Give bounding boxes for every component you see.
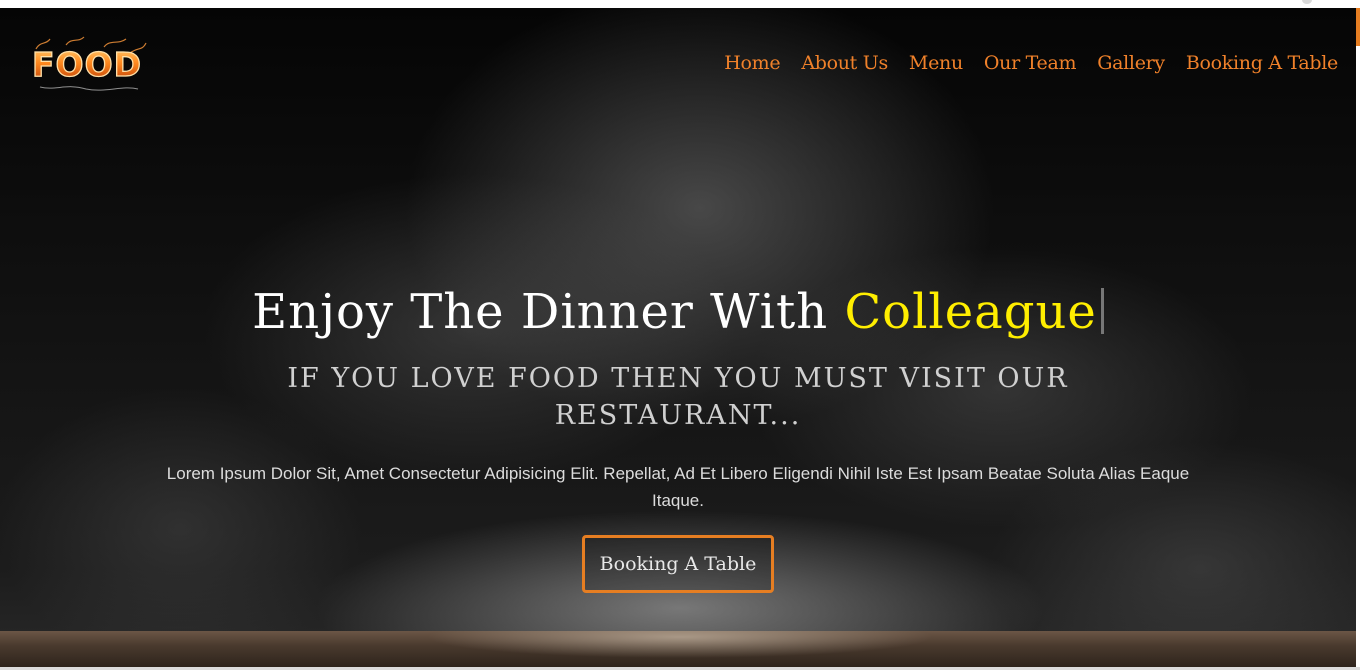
browser-top-strip [0,0,1360,8]
text-cursor-icon [1100,288,1104,334]
headline-prefix: Enjoy The Dinner With [252,284,829,340]
hero-headline: Enjoy The Dinner With Colleague [0,284,1356,340]
nav-booking-link[interactable]: Booking A Table [1186,52,1338,74]
hero-subheading: IF YOU LOVE FOOD THEN YOU MUST VISIT OUR… [287,363,1069,431]
scroll-indicator [1356,8,1360,46]
table-surface [0,631,1356,667]
booking-table-button[interactable]: Booking A Table [582,535,774,593]
nav-gallery-link[interactable]: Gallery [1097,52,1165,74]
main-navigation: Home About Us Menu Our Team Gallery Book… [703,52,1338,74]
food-logo-icon[interactable]: FOOD [26,35,148,93]
hero-paragraph: Lorem Ipsum Dolor Sit, Amet Consectetur … [166,464,1190,510]
svg-text:FOOD: FOOD [32,45,142,84]
nav-menu-link[interactable]: Menu [909,52,963,74]
nav-our-team-link[interactable]: Our Team [984,52,1077,74]
nav-about-us-link[interactable]: About Us [801,52,888,74]
nav-home-link[interactable]: Home [724,52,780,74]
headline-typed-word: Colleague [844,284,1097,340]
browser-control-icon [1302,0,1312,4]
